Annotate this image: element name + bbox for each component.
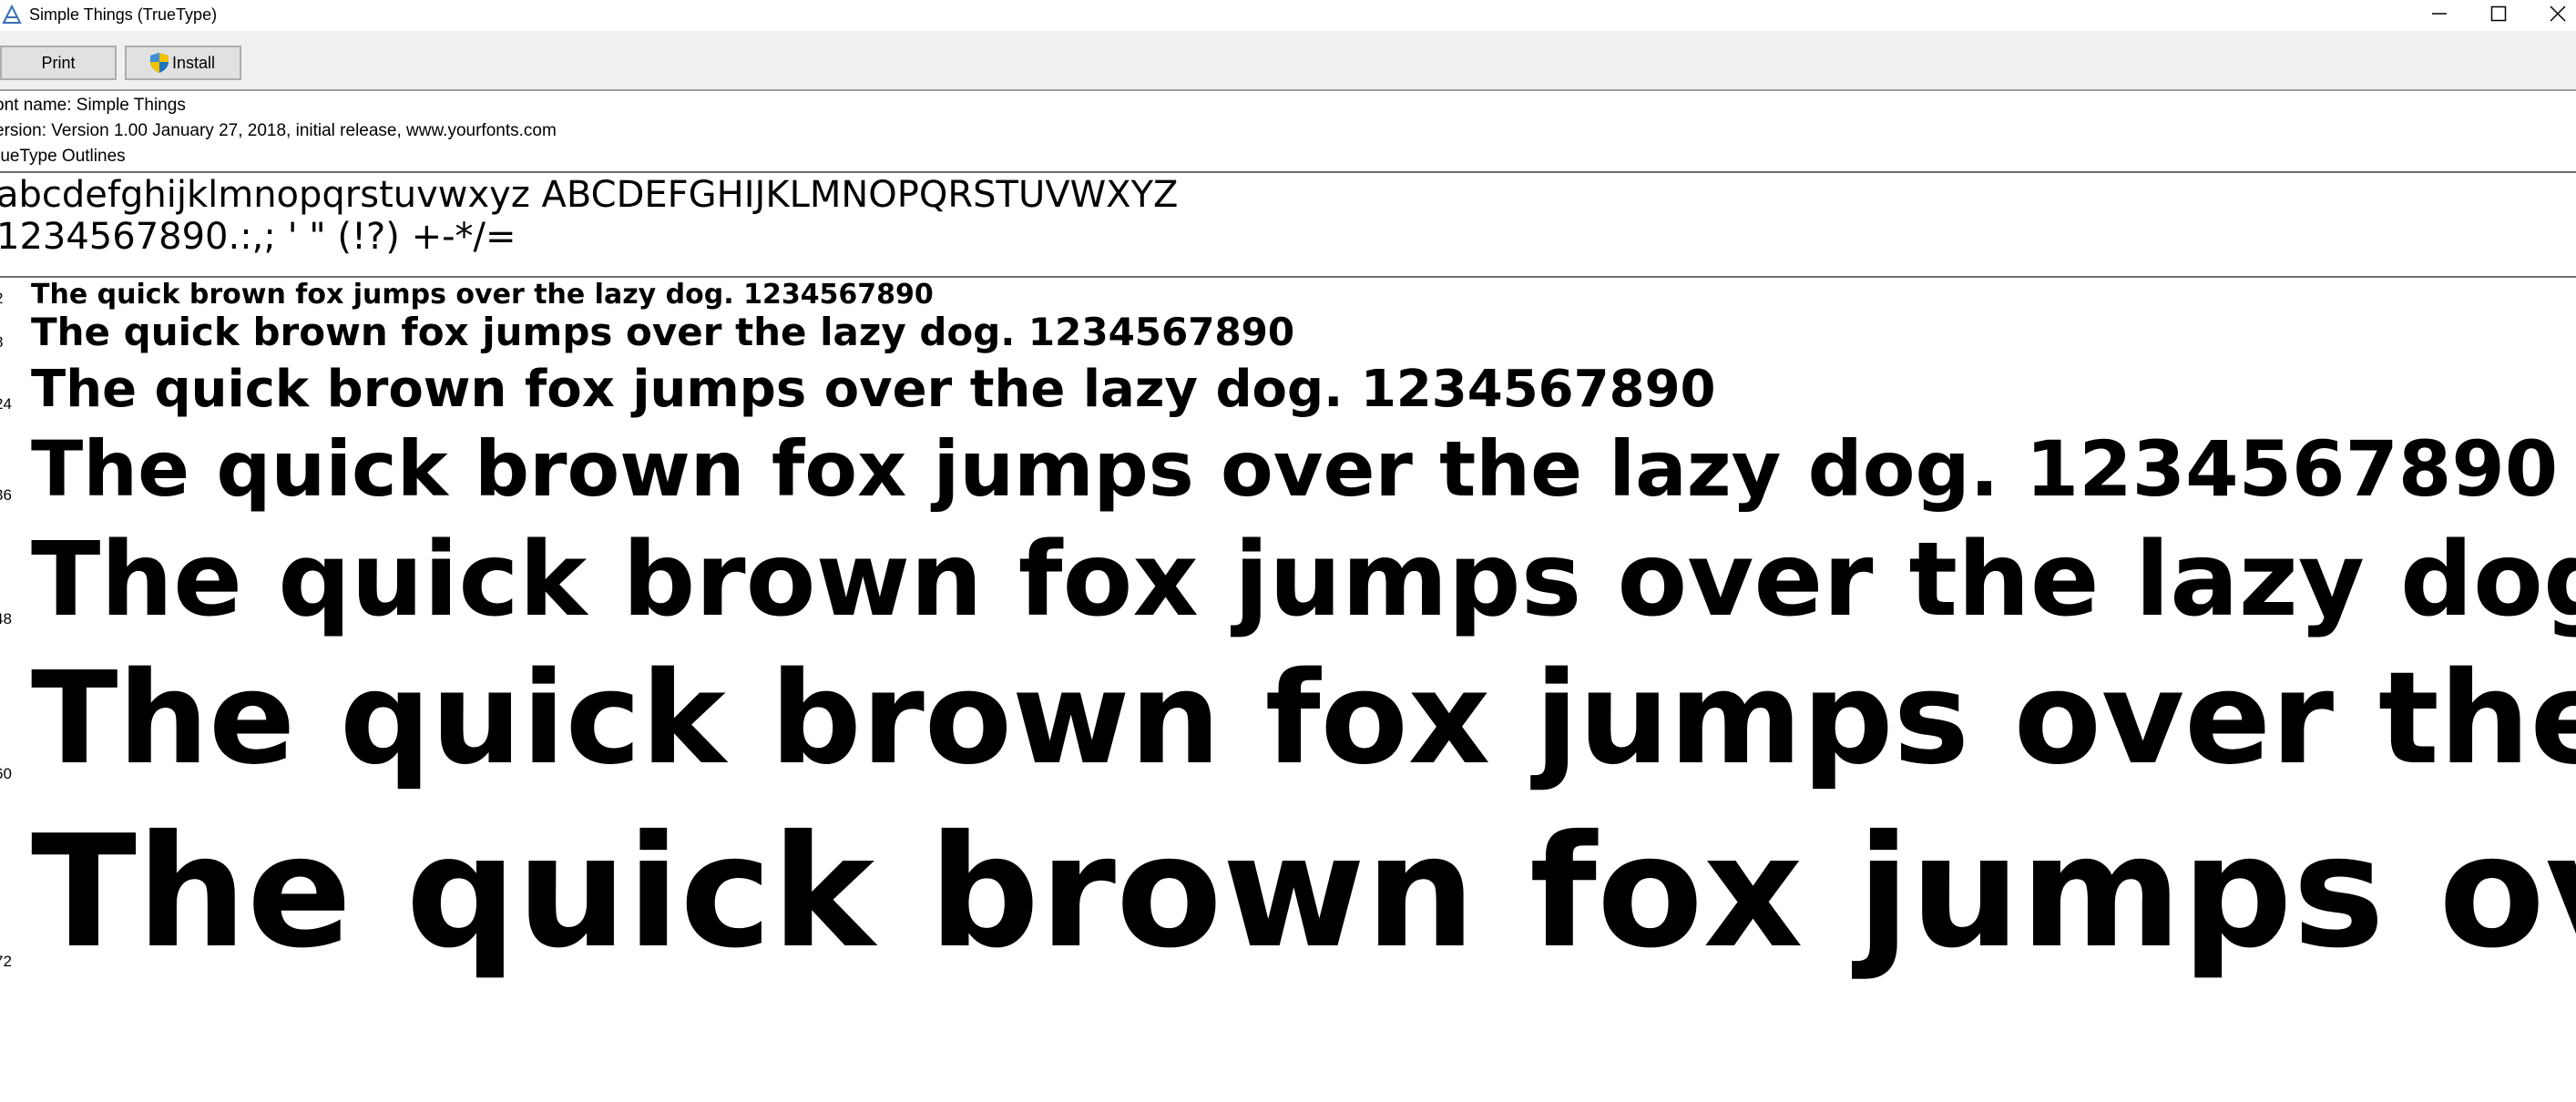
- divider: [0, 276, 2576, 278]
- font-viewer-icon: [2, 4, 22, 25]
- font-name-info: ont name: Simple Things: [0, 96, 186, 115]
- sample-size-label: 48: [0, 610, 12, 628]
- sample-size-label: 72: [0, 953, 12, 970]
- close-button[interactable]: [2521, 0, 2576, 27]
- divider: [0, 171, 2576, 173]
- close-icon: [2550, 5, 2566, 22]
- sample-text: The quick brown fox jumps over the lazy …: [31, 360, 1716, 419]
- charset-digits-symbols: 1234567890.:,; ' " (!?) +-*/=: [0, 216, 516, 258]
- sample-text: The quick brown fox jumps ov: [31, 802, 2576, 983]
- charset-letters: abcdefghijklmnopqrstuvwxyz ABCDEFGHIJKLM…: [0, 174, 1179, 216]
- font-outline-info: rueType Outlines: [0, 147, 126, 166]
- install-button-label: Install: [172, 54, 216, 72]
- toolbar: Print Install: [0, 31, 2576, 91]
- sample-text: The quick brown fox jumps over the lazy …: [31, 310, 1295, 354]
- sample-text: The quick brown fox jumps over the lazy …: [31, 424, 2559, 514]
- sample-text: The quick brown fox jumps over the lazy …: [31, 279, 934, 311]
- print-button-label: Print: [41, 54, 76, 72]
- sample-size-label: 2: [0, 290, 3, 308]
- sample-size-label: 60: [0, 765, 12, 782]
- minimize-icon: [2432, 13, 2447, 15]
- uac-shield-icon: [148, 52, 170, 74]
- maximize-icon: [2490, 5, 2507, 22]
- sample-text: The quick brown fox jumps over the lazy …: [31, 521, 2576, 639]
- sample-size-label: 24: [0, 395, 12, 413]
- install-button[interactable]: Install: [125, 46, 241, 80]
- sample-text: The quick brown fox jumps over the: [31, 645, 2576, 793]
- window-title: Simple Things (TrueType): [29, 5, 218, 24]
- sample-size-label: 36: [0, 486, 12, 504]
- title-bar: Simple Things (TrueType): [0, 0, 2576, 31]
- font-version-info: ersion: Version 1.00 January 27, 2018, i…: [0, 121, 557, 140]
- sample-size-label: 8: [0, 333, 3, 352]
- font-viewer-window: Simple Things (TrueType) Print Install o…: [0, 0, 2576, 1102]
- print-button[interactable]: Print: [0, 46, 117, 80]
